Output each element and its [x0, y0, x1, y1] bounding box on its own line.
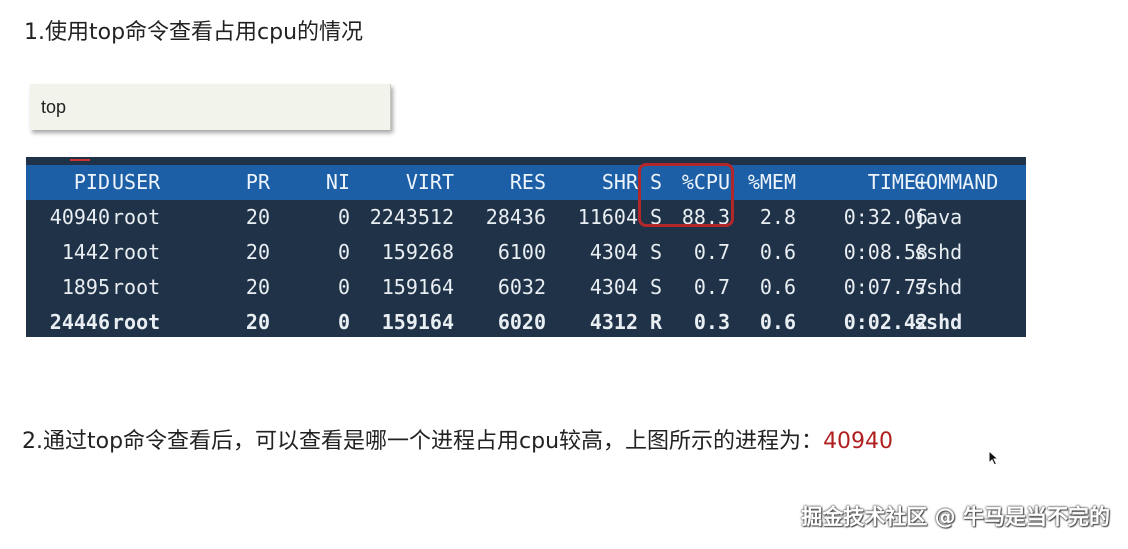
table-row: 1895 root 20 0 159164 6032 4304 S 0.7 0.… — [26, 270, 1026, 305]
header-shr: SHR — [601, 170, 638, 194]
cell-pid: 40940 — [49, 205, 110, 229]
table-row: 24446 root 20 0 159164 6020 4312 R 0.3 0… — [26, 305, 1026, 337]
table-row: 1442 root 20 0 159268 6100 4304 S 0.7 0.… — [26, 235, 1026, 270]
header-mem: %MEM — [747, 170, 796, 194]
header-time: TIME+ — [867, 170, 928, 194]
cell-command: java — [914, 205, 963, 229]
cell-user: root — [112, 205, 161, 229]
cell-s: S — [650, 275, 663, 299]
cell-mem: 2.8 — [759, 205, 796, 229]
cell-res: 28436 — [485, 205, 546, 229]
cell-res: 6020 — [497, 310, 546, 334]
cell-res: 6100 — [497, 240, 546, 264]
cell-cpu: 0.7 — [693, 240, 730, 264]
cell-time: 0:07.77 — [843, 275, 928, 299]
cell-pr: 20 — [245, 205, 270, 229]
cell-command: sshd — [914, 240, 963, 264]
cell-virt: 159164 — [381, 310, 454, 334]
cell-s: S — [650, 205, 663, 229]
cell-res: 6032 — [497, 275, 546, 299]
cell-virt: 159268 — [381, 240, 454, 264]
cell-s: R — [650, 310, 663, 334]
cell-pid: 1442 — [61, 240, 110, 264]
header-user: USER — [112, 170, 161, 194]
mouse-pointer-icon — [988, 450, 1000, 466]
cell-s: S — [650, 240, 663, 264]
section-heading: 1.使用top命令查看占用cpu的情况 — [24, 20, 364, 45]
cell-pr: 20 — [245, 310, 270, 334]
watermark: 掘金技术社区 @ 牛马是当不完的 — [801, 505, 1110, 529]
cell-mem: 0.6 — [759, 310, 796, 334]
cell-command: sshd — [914, 310, 963, 334]
cell-pid: 1895 — [61, 275, 110, 299]
cell-ni: 0 — [337, 205, 350, 229]
cell-mem: 0.6 — [759, 275, 796, 299]
cell-time: 0:32.06 — [843, 205, 928, 229]
header-pid: PID — [73, 170, 110, 194]
cell-mem: 0.6 — [759, 240, 796, 264]
cell-user: root — [112, 310, 161, 334]
cell-virt: 159164 — [381, 275, 454, 299]
cell-ni: 0 — [337, 275, 350, 299]
cell-virt: 2243512 — [369, 205, 454, 229]
cell-cpu: 0.3 — [693, 310, 730, 334]
cell-pr: 20 — [245, 275, 270, 299]
cell-time: 0:08.58 — [843, 240, 928, 264]
cell-shr: 11604 — [577, 205, 638, 229]
cell-command: sshd — [914, 275, 963, 299]
cell-pid: 24446 — [49, 310, 110, 334]
header-cpu: %CPU — [681, 170, 730, 194]
cell-user: root — [112, 240, 161, 264]
cell-user: root — [112, 275, 161, 299]
cell-pr: 20 — [245, 240, 270, 264]
header-virt: VIRT — [405, 170, 454, 194]
answer-sentence: 2.通过top命令查看后，可以查看是哪一个进程占用cpu较高，上图所示的进程为： — [22, 429, 824, 454]
code-text: top — [41, 97, 67, 117]
header-res: RES — [509, 170, 546, 194]
cell-ni: 0 — [337, 310, 350, 334]
header-command: COMMAND — [914, 170, 999, 194]
table-header-row: PID USER PR NI VIRT RES SHR S %CPU %MEM … — [26, 165, 1026, 200]
cell-shr: 4304 — [589, 240, 638, 264]
red-mark — [70, 159, 90, 161]
answer-pid: 40940 — [823, 429, 894, 454]
cell-ni: 0 — [337, 240, 350, 264]
top-output-screenshot: PID USER PR NI VIRT RES SHR S %CPU %MEM … — [26, 157, 1026, 337]
header-pr: PR — [245, 170, 270, 194]
code-block: top — [30, 84, 391, 130]
cell-cpu: 0.7 — [693, 275, 730, 299]
cell-shr: 4304 — [589, 275, 638, 299]
cell-cpu: 88.3 — [681, 205, 730, 229]
cell-shr: 4312 — [589, 310, 638, 334]
table-row: 40940 root 20 0 2243512 28436 11604 S 88… — [26, 200, 1026, 235]
header-ni: NI — [325, 170, 350, 194]
header-s: S — [650, 170, 663, 194]
cell-time: 0:02.42 — [843, 310, 928, 334]
answer-text: 2.通过top命令查看后，可以查看是哪一个进程占用cpu较高，上图所示的进程为：… — [22, 424, 893, 460]
page: 1.使用top命令查看占用cpu的情况 top PID USER PR NI V… — [0, 0, 1128, 549]
